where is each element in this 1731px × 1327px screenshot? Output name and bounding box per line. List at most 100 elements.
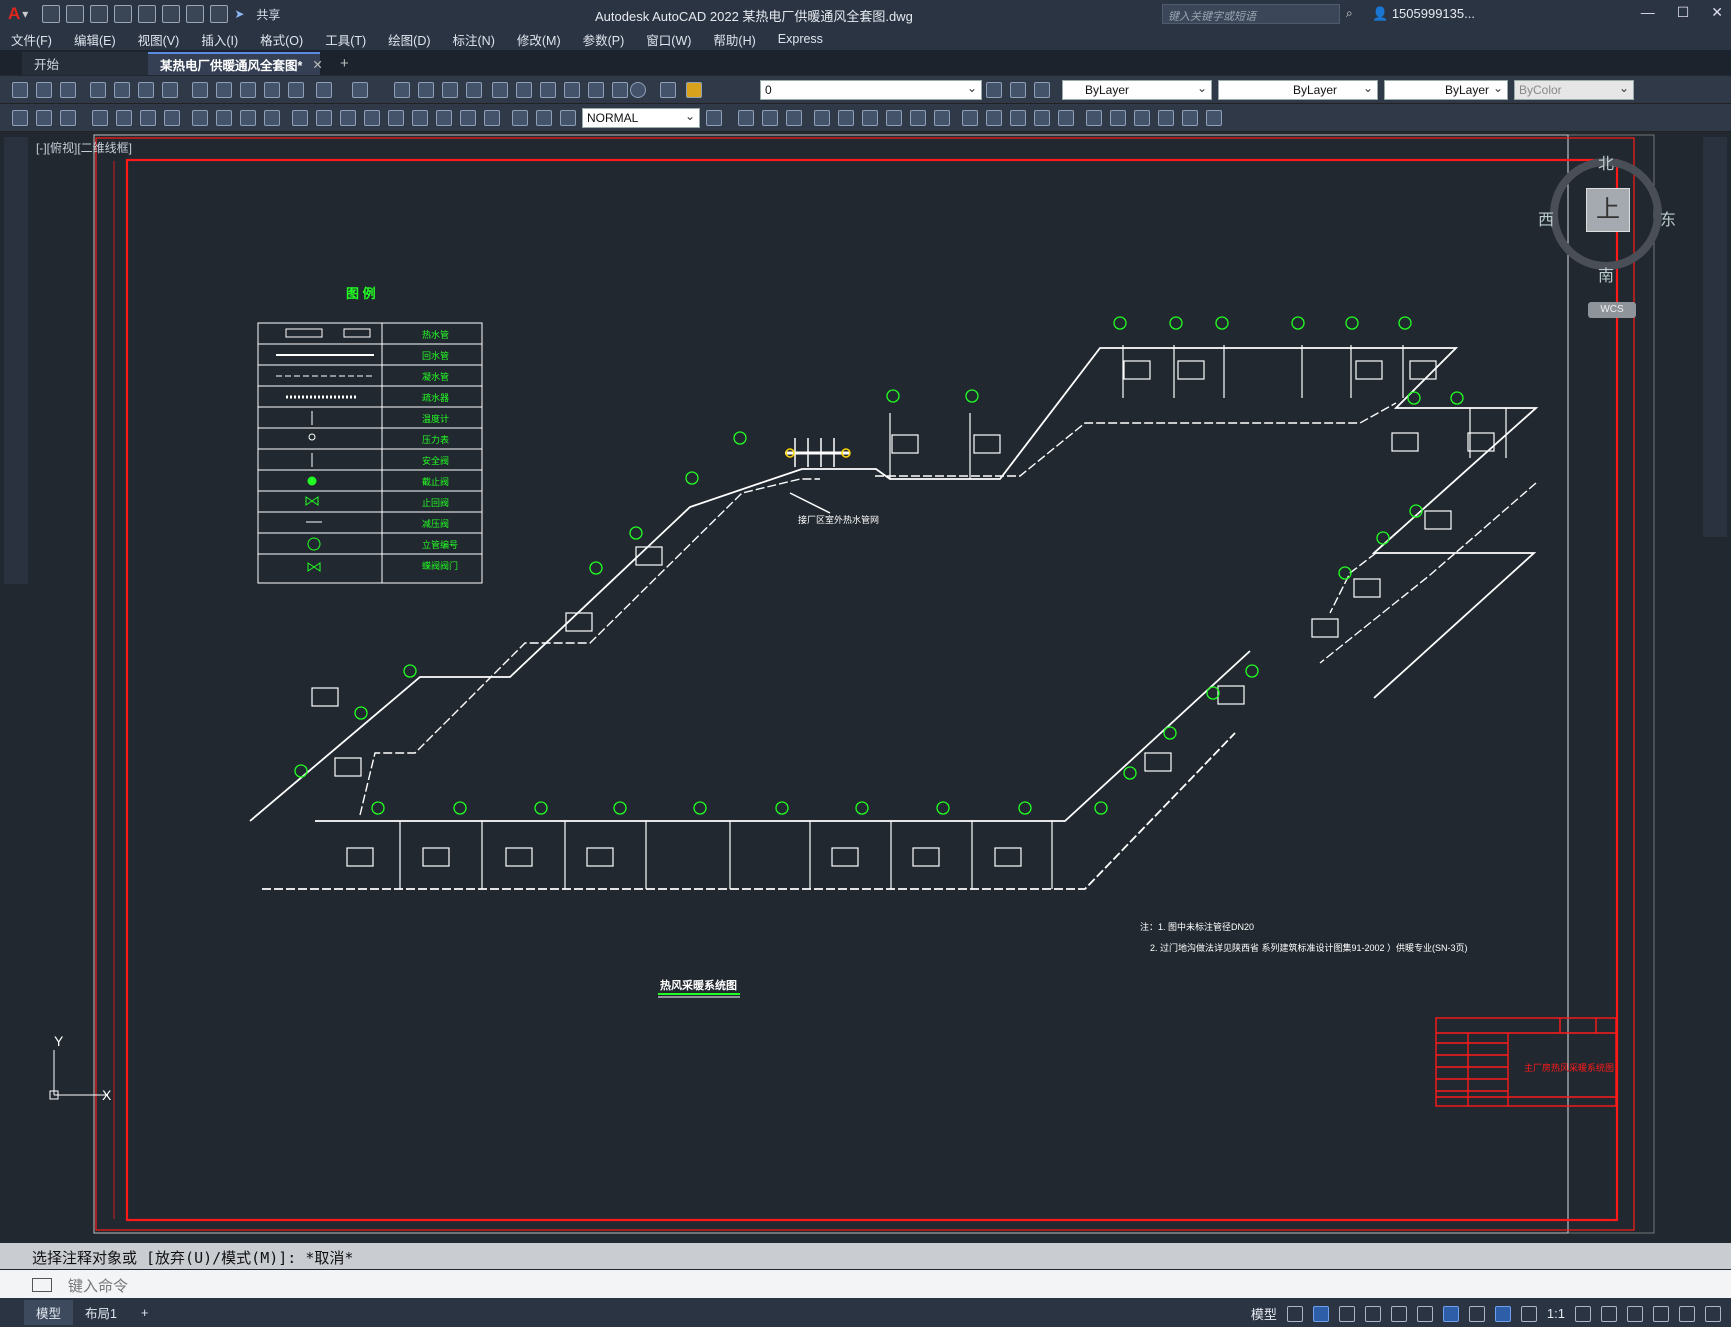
extend-icon[interactable] [962, 110, 978, 126]
viewcube[interactable]: 上 北 南 西 东 [1538, 150, 1676, 285]
compass-south[interactable]: 南 [1598, 262, 1614, 286]
tab-start[interactable]: 开始 [22, 52, 150, 75]
grid-icon[interactable] [1286, 1305, 1303, 1322]
ordinate-dimension-icon[interactable] [164, 110, 180, 126]
continue-dimension-icon[interactable] [340, 110, 356, 126]
print-icon[interactable] [90, 82, 106, 98]
redo-arrow-icon[interactable] [352, 82, 368, 98]
offset-object-icon[interactable] [786, 110, 802, 126]
baseline-dimension-icon[interactable] [316, 110, 332, 126]
tool-2-2-icon[interactable] [36, 110, 52, 126]
save-as-icon[interactable] [114, 5, 133, 23]
inspection-icon[interactable] [460, 110, 476, 126]
chamfer-icon[interactable] [1034, 110, 1050, 126]
menu-file[interactable]: 文件(F) [0, 30, 63, 49]
tool-palettes-icon[interactable] [540, 82, 556, 98]
layer-select[interactable]: 0 [760, 80, 982, 100]
cut-icon[interactable] [192, 82, 208, 98]
design-center-icon[interactable] [516, 82, 532, 98]
wcs-menu[interactable]: WCS [1588, 302, 1636, 318]
stretch-icon[interactable] [910, 110, 926, 126]
dimstyle-manager-icon[interactable] [706, 110, 722, 126]
dimension-update-icon[interactable] [560, 110, 576, 126]
units-icon[interactable] [1627, 1305, 1643, 1322]
linetype-select[interactable]: ByLayer [1218, 80, 1378, 100]
new-icon[interactable] [42, 5, 61, 23]
tool-2-3-icon[interactable] [60, 110, 76, 126]
ortho-icon[interactable] [1338, 1305, 1355, 1322]
make-block-icon[interactable] [1134, 110, 1150, 126]
selection-cycling-icon[interactable] [1442, 1305, 1459, 1322]
xref-icon[interactable] [1182, 110, 1198, 126]
fillet-icon[interactable] [1058, 110, 1074, 126]
tab-model[interactable]: 模型 [24, 1300, 74, 1325]
lineweight-select[interactable]: ByLayer [1384, 80, 1508, 100]
markup-icon[interactable] [588, 82, 604, 98]
layer-properties-icon[interactable] [660, 82, 676, 98]
tab-close-icon[interactable]: ✕ [312, 57, 322, 72]
linear-dimension-icon[interactable] [92, 110, 108, 126]
viewcube-face[interactable]: 上 [1586, 188, 1630, 232]
maximize-button[interactable]: ☐ [1677, 4, 1690, 21]
layer-previous-icon[interactable] [1010, 82, 1026, 98]
center-mark-icon[interactable] [436, 110, 452, 126]
tool-2-1-icon[interactable] [12, 110, 28, 126]
make-current-layer-icon[interactable] [986, 82, 1002, 98]
search-icon[interactable]: ⌕ [1346, 6, 1353, 21]
share-icon[interactable]: ➤ [234, 7, 244, 21]
annotation-visibility-icon[interactable] [1494, 1305, 1511, 1322]
annotation-monitor-icon[interactable] [1601, 1305, 1617, 1322]
menu-insert[interactable]: 插入(I) [190, 30, 249, 49]
zoom-previous-icon[interactable] [466, 82, 482, 98]
osnap-icon[interactable] [1390, 1305, 1407, 1322]
layer-states-icon[interactable] [1034, 82, 1050, 98]
add-layout-button[interactable]: + [129, 1303, 160, 1323]
calculator-icon[interactable] [612, 82, 628, 98]
otrack-icon[interactable] [1416, 1305, 1433, 1322]
layer-on-icon[interactable] [686, 82, 702, 98]
menu-draw[interactable]: 绘图(D) [377, 30, 441, 49]
annotation-scale[interactable]: 1:1 [1547, 1306, 1565, 1321]
jogged-linear-icon[interactable] [484, 110, 500, 126]
polar-icon[interactable] [1364, 1305, 1381, 1322]
share-button[interactable]: 共享 [256, 6, 280, 23]
block-editor-icon[interactable] [288, 82, 304, 98]
help-icon[interactable] [630, 82, 646, 98]
dimension-break-icon[interactable] [388, 110, 404, 126]
compass-west[interactable]: 西 [1538, 206, 1554, 230]
open-file-icon[interactable] [36, 82, 52, 98]
drawing-viewport[interactable]: 图 例 热水管 回水管 凝水管 疏水器 温度计 压力表 安全阀 截止阀 止回阀 … [30, 133, 1695, 1238]
zoom-window-icon[interactable] [442, 82, 458, 98]
qnew-icon[interactable] [12, 82, 28, 98]
trim-icon[interactable] [934, 110, 950, 126]
viewport-controls[interactable]: [-][俯视][二维线框] [36, 139, 132, 156]
close-button[interactable]: ✕ [1711, 4, 1723, 21]
jogged-dimension-icon[interactable] [216, 110, 232, 126]
move-icon[interactable] [838, 110, 854, 126]
menu-express[interactable]: Express [767, 32, 834, 46]
break-icon[interactable] [986, 110, 1002, 126]
app-menu-chevron-icon[interactable]: ▾ [22, 7, 28, 21]
radius-dimension-icon[interactable] [192, 110, 208, 126]
menu-view[interactable]: 视图(V) [127, 30, 191, 49]
scale-icon[interactable] [886, 110, 902, 126]
open-icon[interactable] [66, 5, 85, 23]
tolerance-icon[interactable] [412, 110, 428, 126]
command-input[interactable]: 键入命令 [0, 1270, 1731, 1298]
paste-icon[interactable] [240, 82, 256, 98]
color-select[interactable]: ByLayer [1062, 80, 1212, 100]
pan-icon[interactable] [394, 82, 410, 98]
redo-icon[interactable] [210, 5, 229, 23]
model-space-button[interactable]: 模型 [1251, 1304, 1277, 1323]
snap-icon[interactable] [1312, 1305, 1329, 1322]
minimize-button[interactable]: — [1641, 4, 1655, 21]
rotate-icon[interactable] [862, 110, 878, 126]
match-properties-icon[interactable] [264, 82, 280, 98]
tab-layout1[interactable]: 布局1 [73, 1300, 129, 1325]
menu-parametric[interactable]: 参数(P) [572, 30, 636, 49]
wblock-icon[interactable] [1158, 110, 1174, 126]
angular-dimension-icon[interactable] [264, 110, 280, 126]
menu-dimension[interactable]: 标注(N) [442, 30, 506, 49]
plot-icon[interactable] [162, 5, 181, 23]
user-account[interactable]: 👤 1505999135... [1372, 6, 1475, 22]
